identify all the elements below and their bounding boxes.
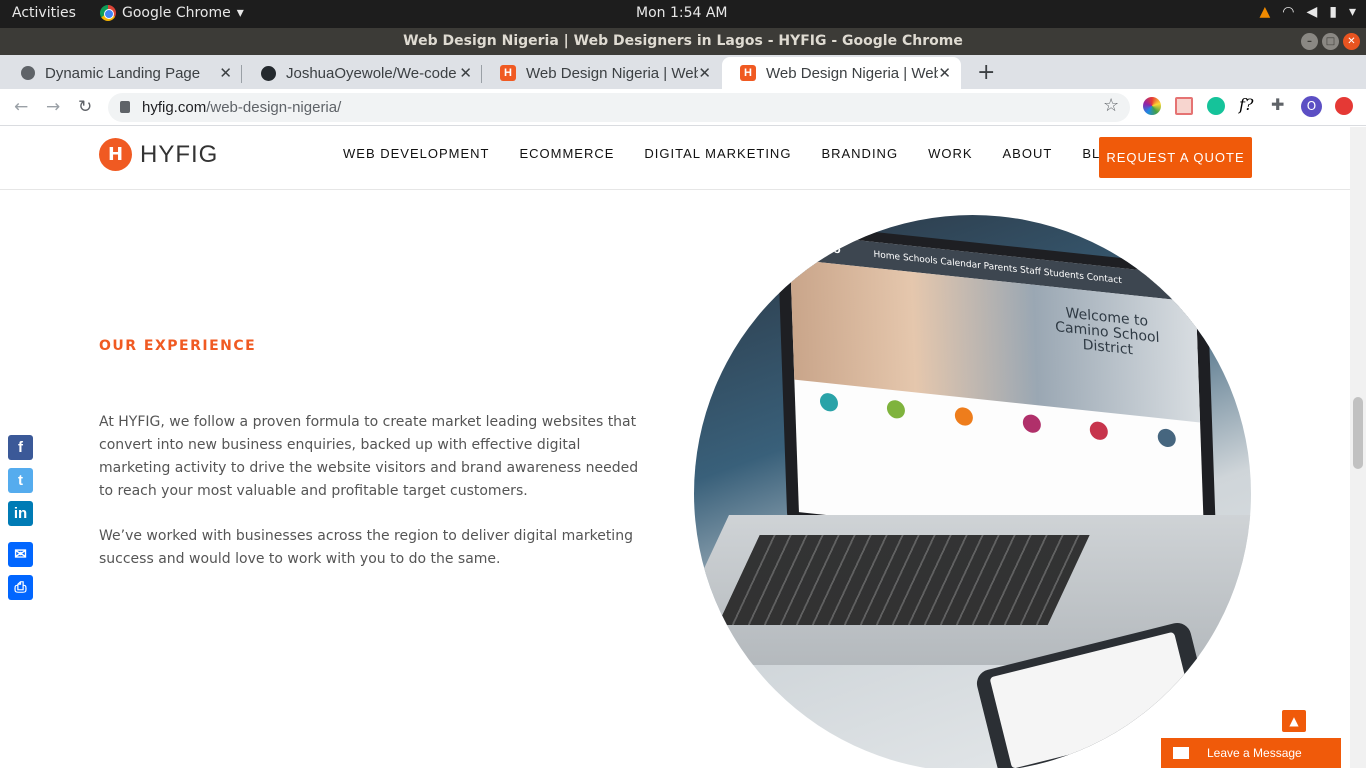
laptop-mockup-image: CAMINO Home Schools Calendar Parents Sta… <box>694 215 1251 768</box>
leave-message-label: Leave a Message <box>1207 746 1302 760</box>
chevron-down-icon: ▾ <box>236 5 244 21</box>
tab-github[interactable]: JoshuaOyewole/We-code ✕ <box>243 57 482 89</box>
app-name: Google Chrome <box>122 5 231 21</box>
app-menu[interactable]: Google Chrome ▾ <box>100 5 244 21</box>
tab-label: JoshuaOyewole/We-code <box>286 64 457 82</box>
globe-icon <box>21 66 35 80</box>
calendar-extension-icon[interactable] <box>1175 97 1193 115</box>
color-picker-extension-icon[interactable] <box>1143 97 1161 115</box>
leave-message-widget[interactable]: Leave a Message <box>1161 738 1341 768</box>
experience-paragraph-1: At HYFIG, we follow a proven formula to … <box>99 414 639 499</box>
extensions-puzzle-icon[interactable]: ✚ <box>1271 95 1289 114</box>
section-heading: OUR EXPERIENCE <box>99 338 257 354</box>
nav-work[interactable]: WORK <box>928 146 972 161</box>
new-tab-button[interactable]: + <box>977 60 995 85</box>
close-tab-icon[interactable]: ✕ <box>698 64 711 82</box>
page-scrollbar[interactable] <box>1350 127 1366 768</box>
lock-icon[interactable] <box>120 101 130 113</box>
nav-ecommerce[interactable]: ECOMMERCE <box>519 146 614 161</box>
careers-icon <box>1157 427 1177 448</box>
nav-web-development[interactable]: WEB DEVELOPMENT <box>343 146 489 161</box>
vlc-icon[interactable]: ▲ <box>1259 4 1270 20</box>
tab-dynamic-landing-page[interactable]: Dynamic Landing Page ✕ <box>3 57 242 89</box>
formula-extension-icon[interactable]: f? <box>1239 95 1261 114</box>
hyfig-favicon: H <box>500 65 516 81</box>
close-window-button[interactable]: ✕ <box>1343 33 1360 50</box>
nav-branding[interactable]: BRANDING <box>821 146 898 161</box>
main-nav: WEB DEVELOPMENT ECOMMERCE DIGITAL MARKET… <box>343 146 1122 161</box>
mockup-brand: CAMINO <box>799 242 841 257</box>
email-icon[interactable]: ✉ <box>8 542 33 567</box>
financial-icon <box>1022 413 1041 434</box>
update-arrow-icon[interactable] <box>1335 97 1353 115</box>
logo-text: HYFIG <box>140 140 219 168</box>
reload-icon[interactable]: ↻ <box>78 97 92 117</box>
twitter-icon[interactable]: t <box>8 468 33 493</box>
power-menu-icon[interactable]: ▾ <box>1349 4 1356 20</box>
url-domain: hyfig.com <box>142 99 207 116</box>
close-tab-icon[interactable]: ✕ <box>219 64 232 82</box>
mockup-headline: Welcome to Camino School District <box>1054 305 1160 359</box>
tab-strip: Dynamic Landing Page ✕ JoshuaOyewole/We-… <box>0 55 1366 89</box>
tab-label: Web Design Nigeria | Web <box>526 64 699 82</box>
wifi-icon: ◠ <box>1282 4 1295 20</box>
battery-icon: ▮ <box>1329 4 1337 20</box>
clock[interactable]: Mon 1:54 AM <box>636 5 728 21</box>
scroll-to-top-button[interactable]: ▲ <box>1282 710 1306 732</box>
classrooms-icon <box>819 392 839 413</box>
hyfig-favicon: H <box>740 65 756 81</box>
activities-button[interactable]: Activities <box>12 5 76 21</box>
web-page: H HYFIG WEB DEVELOPMENT ECOMMERCE DIGITA… <box>0 127 1366 768</box>
window-titlebar: Web Design Nigeria | Web Designers in La… <box>0 28 1366 55</box>
profile-avatar[interactable]: O <box>1301 96 1322 117</box>
site-logo[interactable]: H HYFIG <box>99 138 218 171</box>
chrome-icon <box>100 5 116 21</box>
forward-icon[interactable]: → <box>46 97 60 117</box>
back-icon[interactable]: ← <box>14 97 28 117</box>
envelope-icon <box>1173 747 1189 759</box>
system-tray[interactable]: ▲ ◠ ◀ ▮ ▾ <box>1259 4 1356 20</box>
grammarly-extension-icon[interactable] <box>1207 97 1225 115</box>
scrollbar-thumb[interactable] <box>1353 397 1363 469</box>
address-bar[interactable]: hyfig.com/web-design-nigeria/ <box>108 93 1130 122</box>
site-header: H HYFIG WEB DEVELOPMENT ECOMMERCE DIGITA… <box>0 127 1350 190</box>
close-tab-icon[interactable]: ✕ <box>459 64 472 82</box>
print-icon[interactable]: ⎙ <box>8 575 33 600</box>
nav-about[interactable]: ABOUT <box>1003 146 1053 161</box>
nav-digital-marketing[interactable]: DIGITAL MARKETING <box>644 146 791 161</box>
os-top-bar: Activities Google Chrome ▾ Mon 1:54 AM ▲… <box>0 0 1366 28</box>
tab-hyfig-1[interactable]: H Web Design Nigeria | Web ✕ <box>482 57 721 89</box>
url-path: /web-design-nigeria/ <box>206 99 342 116</box>
campus-icon <box>887 399 906 420</box>
browser-toolbar: ← → ↻ hyfig.com/web-design-nigeria/ ☆ f?… <box>0 89 1366 126</box>
tab-label: Dynamic Landing Page <box>45 64 201 82</box>
minimize-button[interactable]: – <box>1301 33 1318 50</box>
request-quote-button[interactable]: REQUEST A QUOTE <box>1099 137 1252 178</box>
maximize-button[interactable]: □ <box>1322 33 1339 50</box>
facebook-icon[interactable]: f <box>8 435 33 460</box>
github-icon <box>261 65 276 81</box>
linkedin-icon[interactable]: in <box>8 501 33 526</box>
volume-icon: ◀ <box>1306 4 1318 20</box>
athletics-icon <box>954 406 974 427</box>
window-title: Web Design Nigeria | Web Designers in La… <box>403 33 963 49</box>
tab-hyfig-active[interactable]: H Web Design Nigeria | Web ✕ <box>722 57 961 89</box>
close-tab-icon[interactable]: ✕ <box>938 64 951 82</box>
keyboard <box>717 535 1090 625</box>
bookmark-star-icon[interactable]: ☆ <box>1103 95 1119 116</box>
tab-label: Web Design Nigeria | Web <box>766 64 939 82</box>
experience-paragraph-2: We’ve worked with businesses across the … <box>99 528 633 567</box>
hyfig-logo-mark: H <box>99 138 132 171</box>
events-icon <box>1089 420 1109 441</box>
